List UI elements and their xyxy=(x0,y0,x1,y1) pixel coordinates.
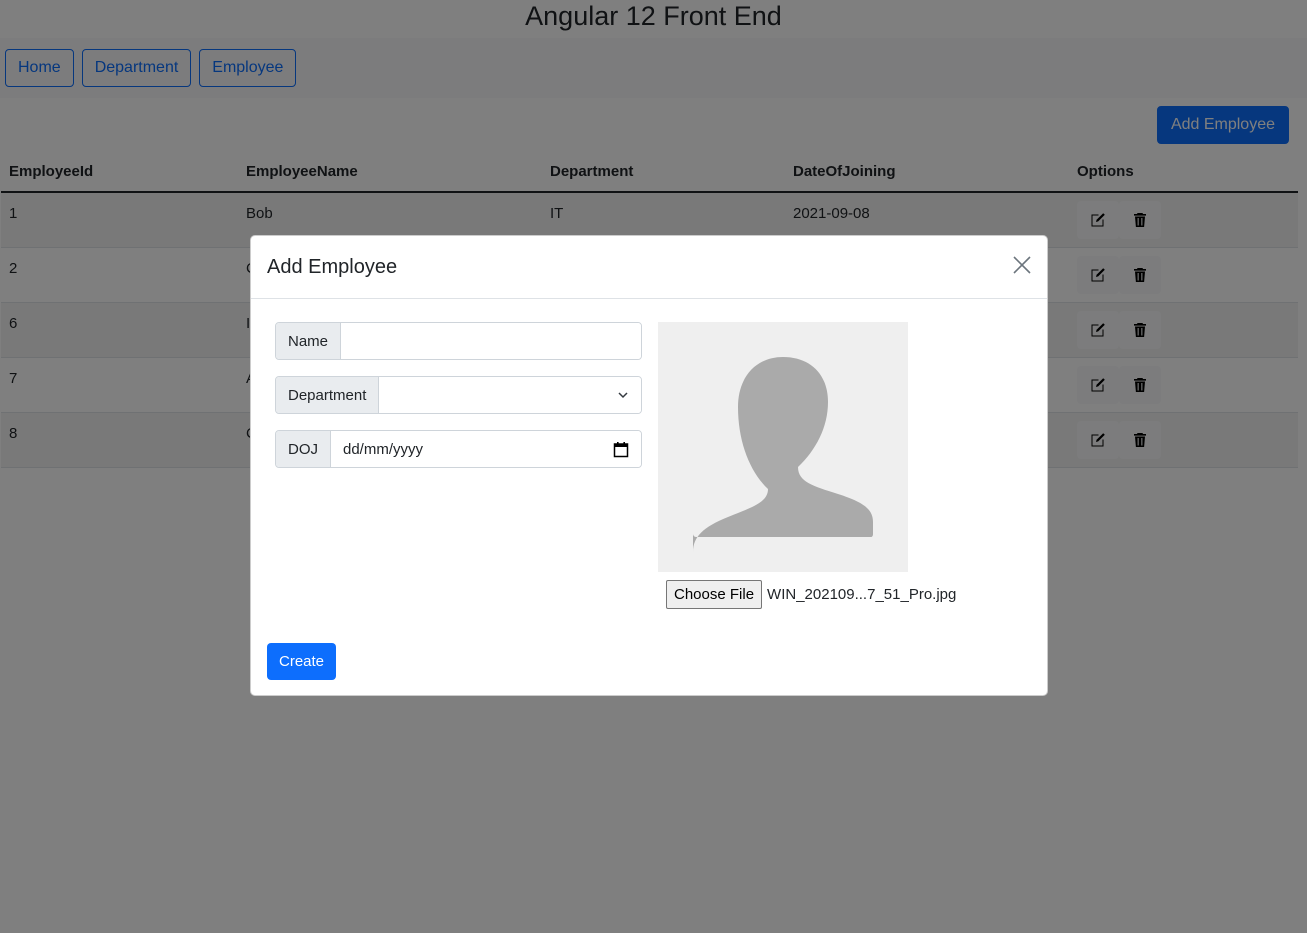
doj-input-group: DOJ dd/mm/yyyy xyxy=(275,430,642,468)
add-employee-modal: Add Employee Name Department DOJ dd/mm/y… xyxy=(250,235,1048,696)
create-button[interactable]: Create xyxy=(267,643,337,680)
modal-header: Add Employee xyxy=(251,236,1047,299)
person-silhouette-icon xyxy=(693,357,873,552)
choose-file-button[interactable]: Choose File xyxy=(666,580,763,609)
chevron-down-icon xyxy=(618,392,628,399)
doj-placeholder: dd/mm/yyyy xyxy=(343,440,424,458)
doj-date-input[interactable]: dd/mm/yyyy xyxy=(331,431,641,467)
name-input-group: Name xyxy=(275,322,642,360)
file-input: Choose File WIN_202109...7_51_Pro.jpg xyxy=(666,580,956,609)
department-select[interactable] xyxy=(379,377,641,413)
employee-photo xyxy=(658,322,908,572)
department-label: Department xyxy=(276,377,380,413)
department-input-group: Department xyxy=(275,376,642,414)
modal-body: Name Department DOJ dd/mm/yyyy Choose Fi… xyxy=(251,299,1047,629)
close-icon xyxy=(1013,256,1031,274)
name-label: Name xyxy=(276,323,342,359)
name-input[interactable] xyxy=(341,323,641,359)
selected-file-name: WIN_202109...7_51_Pro.jpg xyxy=(767,586,957,603)
calendar-icon[interactable] xyxy=(613,441,629,458)
modal-title: Add Employee xyxy=(267,255,398,278)
doj-label: DOJ xyxy=(276,431,331,467)
close-button[interactable] xyxy=(1011,255,1033,277)
